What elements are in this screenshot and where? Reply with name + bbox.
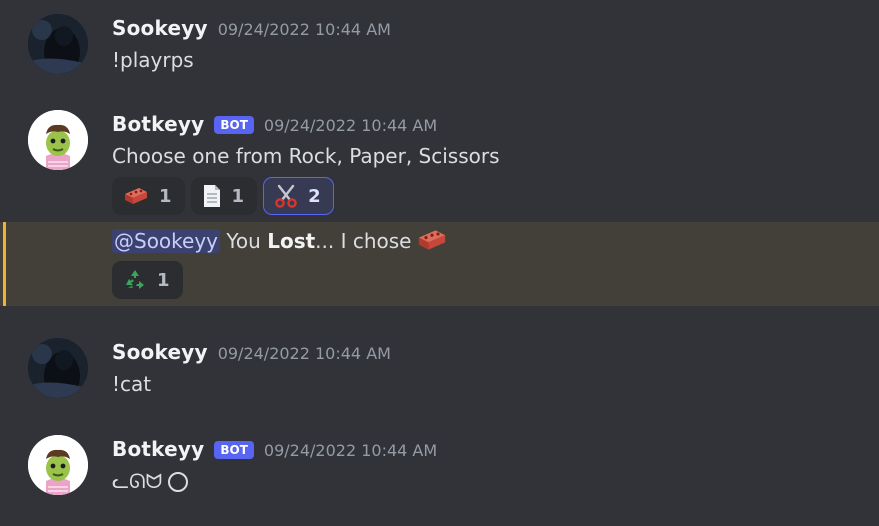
reaction-recycle[interactable]: 1 — [112, 261, 183, 299]
message-text: !playrps — [112, 48, 194, 72]
timestamp: 09/24/2022 10:44 AM — [263, 441, 438, 460]
message-text: Choose one from Rock, Paper, Scissors — [112, 144, 500, 168]
message-text: @Sookeyy You Lost... I chose — [112, 228, 449, 257]
kaomoji-text: ᓚᘏᗢ — [112, 469, 163, 493]
bot-avatar-image — [28, 435, 88, 495]
recycle-icon — [123, 268, 147, 292]
timestamp: 09/24/2022 10:44 AM — [217, 20, 391, 39]
reactions-bar: 1 1 2 — [112, 177, 334, 215]
username[interactable]: Botkeyy — [112, 437, 204, 461]
chat-messages: Sookeyy 09/24/2022 10:44 AM !playrps Bot… — [0, 0, 879, 526]
page-icon — [202, 184, 222, 208]
avatar[interactable] — [28, 338, 88, 398]
reaction-scissors[interactable]: 2 — [263, 177, 334, 215]
message-header: Sookeyy 09/24/2022 10:44 AM — [112, 16, 391, 40]
username[interactable]: Sookeyy — [112, 16, 208, 40]
scissors-icon — [274, 184, 298, 208]
reaction-count: 1 — [157, 269, 170, 291]
text-segment: ... I chose — [315, 229, 412, 253]
user-mention[interactable]: @Sookeyy — [112, 229, 221, 253]
mention-highlight: @Sookeyy You Lost... I chose 1 — [0, 222, 879, 306]
user-avatar-image — [28, 14, 88, 74]
brick-icon — [123, 186, 149, 206]
reactions-bar: 1 — [112, 261, 183, 299]
bot-avatar-image — [28, 110, 88, 170]
message-header: Botkeyy BOT 09/24/2022 10:44 AM — [112, 112, 437, 136]
username[interactable]: Sookeyy — [112, 340, 208, 364]
timestamp: 09/24/2022 10:44 AM — [263, 116, 438, 135]
avatar[interactable] — [28, 435, 88, 495]
message-header: Botkeyy BOT 09/24/2022 10:44 AM — [112, 437, 437, 461]
message-text: ᓚᘏᗢ — [112, 469, 189, 493]
message-header: Sookeyy 09/24/2022 10:44 AM — [112, 340, 391, 364]
timestamp: 09/24/2022 10:44 AM — [217, 344, 391, 363]
brick-icon — [415, 228, 449, 257]
bot-tag: BOT — [214, 441, 254, 459]
message-text: !cat — [112, 372, 152, 396]
reaction-page[interactable]: 1 — [190, 177, 258, 215]
yarn-ball-icon — [168, 472, 189, 492]
bold-text: Lost — [267, 229, 316, 253]
bot-tag: BOT — [214, 116, 254, 134]
reaction-count: 2 — [308, 185, 321, 207]
mention-highlight-bar — [3, 222, 6, 306]
avatar[interactable] — [28, 14, 88, 74]
username[interactable]: Botkeyy — [112, 112, 204, 136]
text-segment: You — [220, 229, 268, 253]
avatar[interactable] — [28, 110, 88, 170]
user-avatar-image — [28, 338, 88, 398]
reaction-count: 1 — [231, 185, 245, 207]
reaction-brick[interactable]: 1 — [112, 177, 185, 215]
reaction-count: 1 — [159, 185, 172, 207]
